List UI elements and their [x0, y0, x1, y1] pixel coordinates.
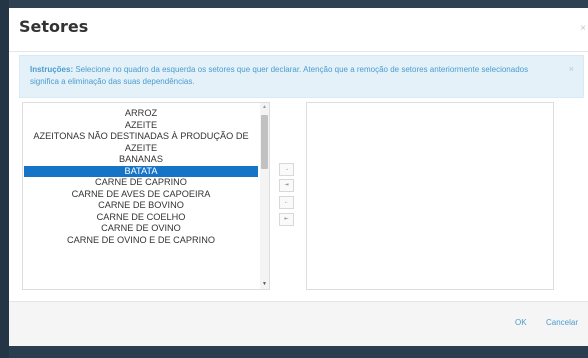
list-item[interactable]: ARROZ	[24, 108, 258, 120]
scroll-down-icon[interactable]: ▼	[260, 280, 269, 289]
list-item[interactable]: CARNE DE CAPRINO	[24, 177, 258, 189]
list-item[interactable]: BANANAS	[24, 154, 258, 166]
ok-button[interactable]: OK	[515, 318, 527, 327]
list-item[interactable]: CARNE DE BOVINO	[24, 200, 258, 212]
backdrop-edge	[0, 0, 9, 358]
move-all-left-button[interactable]: ⇤	[279, 213, 294, 226]
move-all-right-button[interactable]: ⇥	[279, 179, 294, 192]
list-item[interactable]: AZEITONAS NÃO DESTINADAS À PRODUÇÃO DE A…	[24, 131, 258, 154]
move-right-button[interactable]: →	[279, 163, 294, 176]
move-left-button[interactable]: ←	[279, 196, 294, 209]
list-item[interactable]: CARNE DE COELHO	[24, 212, 258, 224]
available-sectors-list[interactable]: ARROZ AZEITE AZEITONAS NÃO DESTINADAS À …	[22, 102, 270, 290]
selected-sectors-list[interactable]	[306, 102, 554, 290]
list-item[interactable]: CARNE DE OVINO E DE CAPRINO	[24, 235, 258, 247]
close-icon[interactable]: ×	[580, 23, 586, 34]
sectors-modal: Setores × Instruções: Selecione no quadr…	[9, 8, 588, 346]
scrollbar-thumb[interactable]	[261, 115, 268, 169]
list-item[interactable]: CARNE DE OVINO	[24, 223, 258, 235]
instructions-alert: Instruções: Selecione no quadro da esque…	[19, 55, 584, 98]
backdrop	[0, 0, 588, 8]
alert-close-icon[interactable]: ×	[569, 63, 574, 75]
modal-header: Setores ×	[9, 8, 588, 52]
list-item-selected[interactable]: BATATA	[24, 165, 258, 177]
alert-label: Instruções:	[30, 65, 74, 74]
modal-title: Setores	[19, 17, 89, 36]
modal-footer: OK Cancelar	[9, 301, 588, 346]
list-item[interactable]: AZEITE	[24, 120, 258, 132]
list-item[interactable]: CARNE DE AVES DE CAPOEIRA	[24, 189, 258, 201]
available-sectors-items: ARROZ AZEITE AZEITONAS NÃO DESTINADAS À …	[24, 108, 258, 246]
scroll-up-icon[interactable]: ▲	[260, 103, 269, 112]
alert-text: Selecione no quadro da esquerda os setor…	[30, 65, 529, 86]
cancel-button[interactable]: Cancelar	[546, 318, 578, 327]
vertical-scrollbar[interactable]: ▲ ▼	[260, 103, 269, 289]
